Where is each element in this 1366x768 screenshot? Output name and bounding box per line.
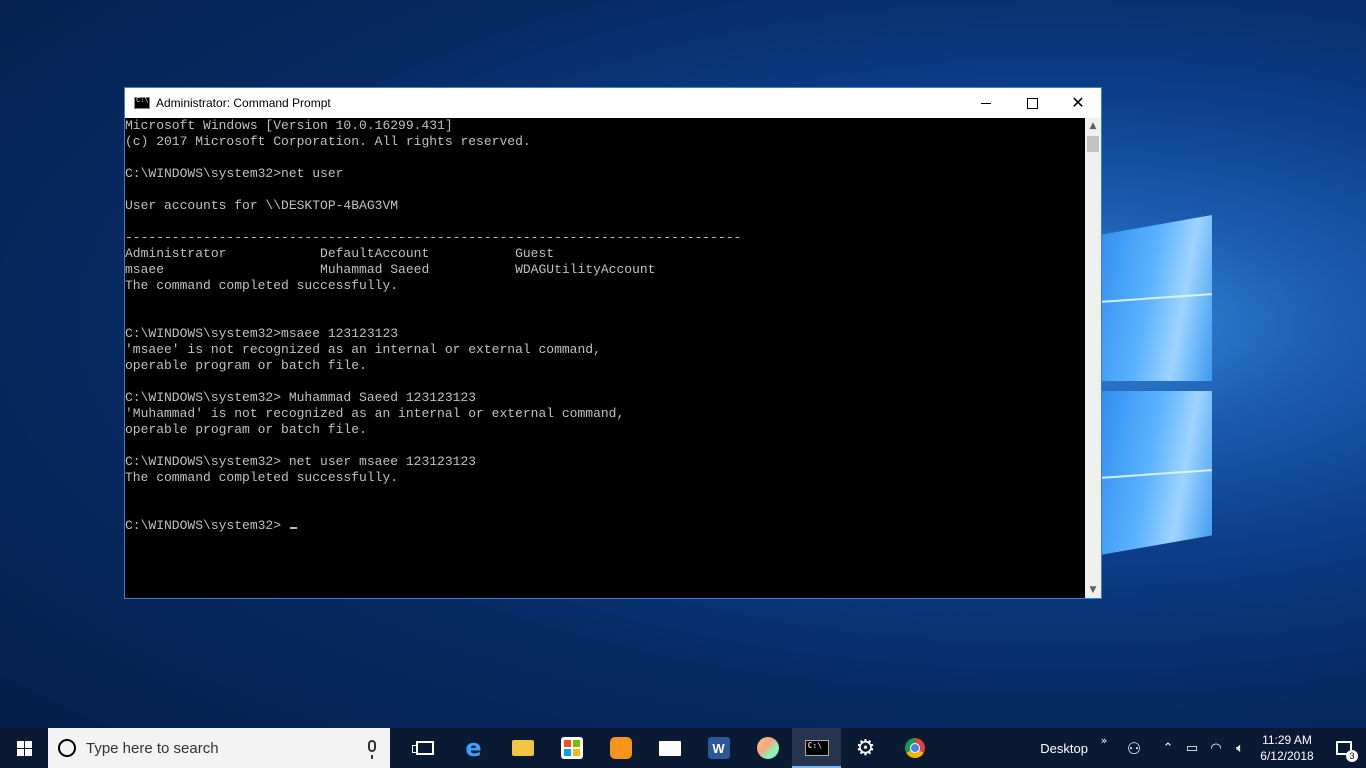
command-prompt-icon [134, 96, 150, 109]
close-button[interactable]: ✕ [1055, 88, 1101, 118]
task-view-icon [411, 741, 434, 755]
title-bar[interactable]: Administrator: Command Prompt ✕ [125, 88, 1101, 118]
console-line: C:\WINDOWS\system32> [125, 518, 1085, 534]
vertical-scrollbar[interactable]: ▲ ▼ [1085, 118, 1101, 598]
console-line: 'Muhammad' is not recognized as an inter… [125, 406, 625, 421]
clock-date: 6/12/2018 [1260, 749, 1314, 763]
console-line: C:\WINDOWS\system32>net user [125, 166, 344, 181]
windows-start-icon [16, 740, 32, 756]
action-center-button[interactable]: 3 [1322, 728, 1366, 768]
windows-logo-wallpaper [1100, 215, 1220, 555]
taskbar-button-task-view[interactable] [400, 728, 449, 768]
settings-icon: ⚙ [855, 735, 876, 761]
console-line: The command completed successfully. [125, 278, 399, 293]
console-line: Administrator DefaultAccount Guest [125, 246, 555, 261]
console-line: Microsoft Windows [Version 10.0.16299.43… [125, 118, 453, 133]
desktop-toolbar-label[interactable]: Desktop [1040, 741, 1088, 756]
taskbar: Type here to search e W C:\ ⚙ Desktop » ⚇ ⌃… [0, 728, 1366, 768]
taskbar-button-paint[interactable] [743, 728, 792, 768]
notification-count-badge: 3 [1346, 750, 1358, 762]
clock[interactable]: 11:29 AM 6/12/2018 [1252, 732, 1322, 764]
people-icon[interactable]: ⚇ [1112, 728, 1156, 768]
console-line: C:\WINDOWS\system32> Muhammad Saeed 1231… [125, 390, 477, 405]
clock-time: 11:29 AM [1262, 733, 1312, 747]
window-title: Administrator: Command Prompt [156, 96, 331, 110]
maximize-icon [1026, 97, 1038, 109]
minimize-icon [981, 102, 991, 104]
minimize-button[interactable] [963, 88, 1009, 118]
console-line: 'msaee' is not recognized as an internal… [125, 342, 601, 357]
taskbar-button-mail[interactable] [645, 728, 694, 768]
console-line: operable program or batch file. [125, 358, 367, 373]
file-explorer-icon [511, 740, 534, 756]
command-prompt-icon: C:\ [804, 740, 829, 756]
wifi-icon[interactable]: ◠ [1204, 728, 1228, 768]
volume-icon[interactable]: 🔈︎ [1228, 728, 1252, 768]
console-line: msaee Muhammad Saeed WDAGUtilityAccount [125, 262, 656, 277]
uc-browser-icon [609, 737, 632, 759]
taskbar-button-uc-browser[interactable] [596, 728, 645, 768]
start-button[interactable] [0, 728, 48, 768]
maximize-button[interactable] [1009, 88, 1055, 118]
paint-icon [756, 737, 779, 759]
console-output[interactable]: Microsoft Windows [Version 10.0.16299.43… [125, 118, 1085, 598]
edge-icon: e [465, 734, 482, 762]
cortana-icon [58, 739, 76, 757]
battery-icon[interactable]: ▭ [1180, 728, 1204, 768]
close-icon: ✕ [1071, 93, 1085, 112]
taskbar-button-settings[interactable]: ⚙ [841, 728, 890, 768]
console-line: User accounts for \\DESKTOP-4BAG3VM [125, 198, 399, 213]
text-cursor [289, 527, 297, 529]
mail-icon [658, 740, 681, 756]
word-icon: W [707, 737, 730, 759]
microphone-icon[interactable] [368, 740, 376, 759]
store-icon [560, 737, 583, 759]
console-line: The command completed successfully. [125, 470, 399, 485]
taskbar-button-command-prompt[interactable]: C:\ [792, 728, 841, 768]
search-placeholder: Type here to search [86, 739, 219, 757]
console-line: C:\WINDOWS\system32>msaee 123123123 [125, 326, 399, 341]
chrome-icon [904, 738, 925, 758]
console-line: ----------------------------------------… [125, 230, 742, 245]
show-hidden-icons-chevron-icon[interactable]: ⌃ [1156, 728, 1180, 768]
taskbar-button-edge[interactable]: e [449, 728, 498, 768]
scroll-down-arrow-icon[interactable]: ▼ [1085, 582, 1101, 598]
console-line: (c) 2017 Microsoft Corporation. All righ… [125, 134, 531, 149]
command-prompt-window[interactable]: Administrator: Command Prompt ✕ Microsof… [124, 87, 1102, 599]
toolbar-expand-icon[interactable]: » [1096, 728, 1112, 768]
scroll-up-arrow-icon[interactable]: ▲ [1085, 118, 1101, 134]
taskbar-button-file-explorer[interactable] [498, 728, 547, 768]
taskbar-button-chrome[interactable] [890, 728, 939, 768]
taskbar-button-word[interactable]: W [694, 728, 743, 768]
console-line: operable program or batch file. [125, 422, 367, 437]
search-box[interactable]: Type here to search [48, 728, 390, 768]
system-tray: Desktop » ⚇ ⌃ ▭ ◠ 🔈︎ 11:29 AM 6/12/2018 … [1040, 728, 1366, 768]
console-line: C:\WINDOWS\system32> net user msaee 1231… [125, 454, 477, 469]
taskbar-button-store[interactable] [547, 728, 596, 768]
scroll-thumb[interactable] [1087, 136, 1099, 152]
